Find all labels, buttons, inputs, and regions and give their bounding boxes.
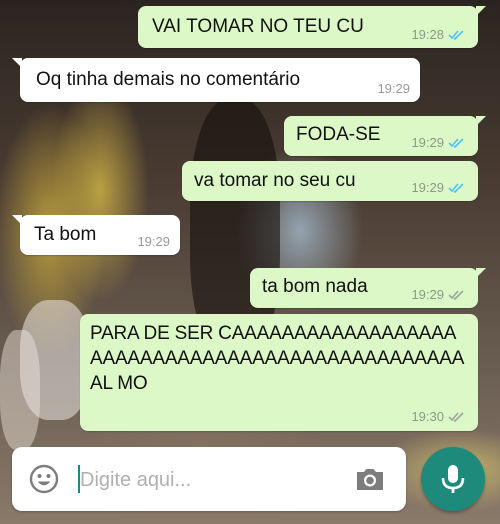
message-text: FODA-SE bbox=[296, 124, 381, 145]
message-time: 19:29 bbox=[411, 135, 444, 150]
read-ticks-icon bbox=[448, 30, 464, 41]
message-bubble-outgoing[interactable]: FODA-SE 19:29 bbox=[284, 116, 486, 156]
message-time: 19:29 bbox=[411, 180, 444, 195]
message-time: 19:28 bbox=[411, 27, 444, 42]
send-voice-button[interactable] bbox=[421, 447, 485, 511]
message-text: Oq tinha demais no comentário bbox=[36, 69, 301, 90]
message-text: Ta bom bbox=[34, 224, 97, 245]
delivered-ticks-icon bbox=[448, 412, 464, 423]
message-text: PARA DE SER CAAAAAAAAAAAAAAAAAAAAAAAAAAA… bbox=[90, 323, 465, 394]
microphone-icon bbox=[441, 465, 465, 493]
message-time: 19:29 bbox=[411, 287, 444, 302]
message-bubble-outgoing[interactable]: VAI TOMAR NO TEU CU 19:28 bbox=[138, 6, 486, 48]
message-time: 19:29 bbox=[137, 234, 170, 249]
message-bubble-outgoing[interactable]: PARA DE SER CAAAAAAAAAAAAAAAAAAAAAAAAAAA… bbox=[80, 314, 478, 431]
camera-icon[interactable] bbox=[354, 463, 386, 495]
message-text: VAI TOMAR NO TEU CU bbox=[152, 16, 364, 37]
message-text: ta bom nada bbox=[262, 276, 368, 297]
message-meta: 19:29 bbox=[411, 284, 466, 306]
message-text: va tomar no seu cu bbox=[194, 170, 356, 191]
message-bubble-outgoing[interactable]: ta bom nada 19:29 bbox=[250, 268, 486, 308]
read-ticks-icon bbox=[448, 183, 464, 194]
message-meta: 19:28 bbox=[411, 24, 466, 46]
message-bubble-incoming[interactable]: Ta bom 19:29 bbox=[12, 215, 180, 255]
emoji-icon[interactable] bbox=[28, 463, 60, 495]
message-meta: 19:29 bbox=[411, 177, 466, 199]
delivered-ticks-icon bbox=[448, 290, 464, 301]
message-input[interactable] bbox=[78, 461, 352, 499]
message-meta: 19:29 bbox=[377, 78, 410, 100]
message-meta: 19:29 bbox=[137, 231, 170, 253]
message-bubble-outgoing[interactable]: va tomar no seu cu 19:29 bbox=[182, 161, 478, 201]
read-ticks-icon bbox=[448, 138, 464, 149]
message-time: 19:29 bbox=[377, 81, 410, 96]
message-meta: 19:29 bbox=[411, 132, 466, 154]
message-time: 19:30 bbox=[411, 409, 444, 424]
message-composer bbox=[12, 447, 406, 511]
message-bubble-incoming[interactable]: Oq tinha demais no comentário 19:29 bbox=[12, 58, 420, 102]
message-meta: 19:30 bbox=[411, 406, 466, 428]
